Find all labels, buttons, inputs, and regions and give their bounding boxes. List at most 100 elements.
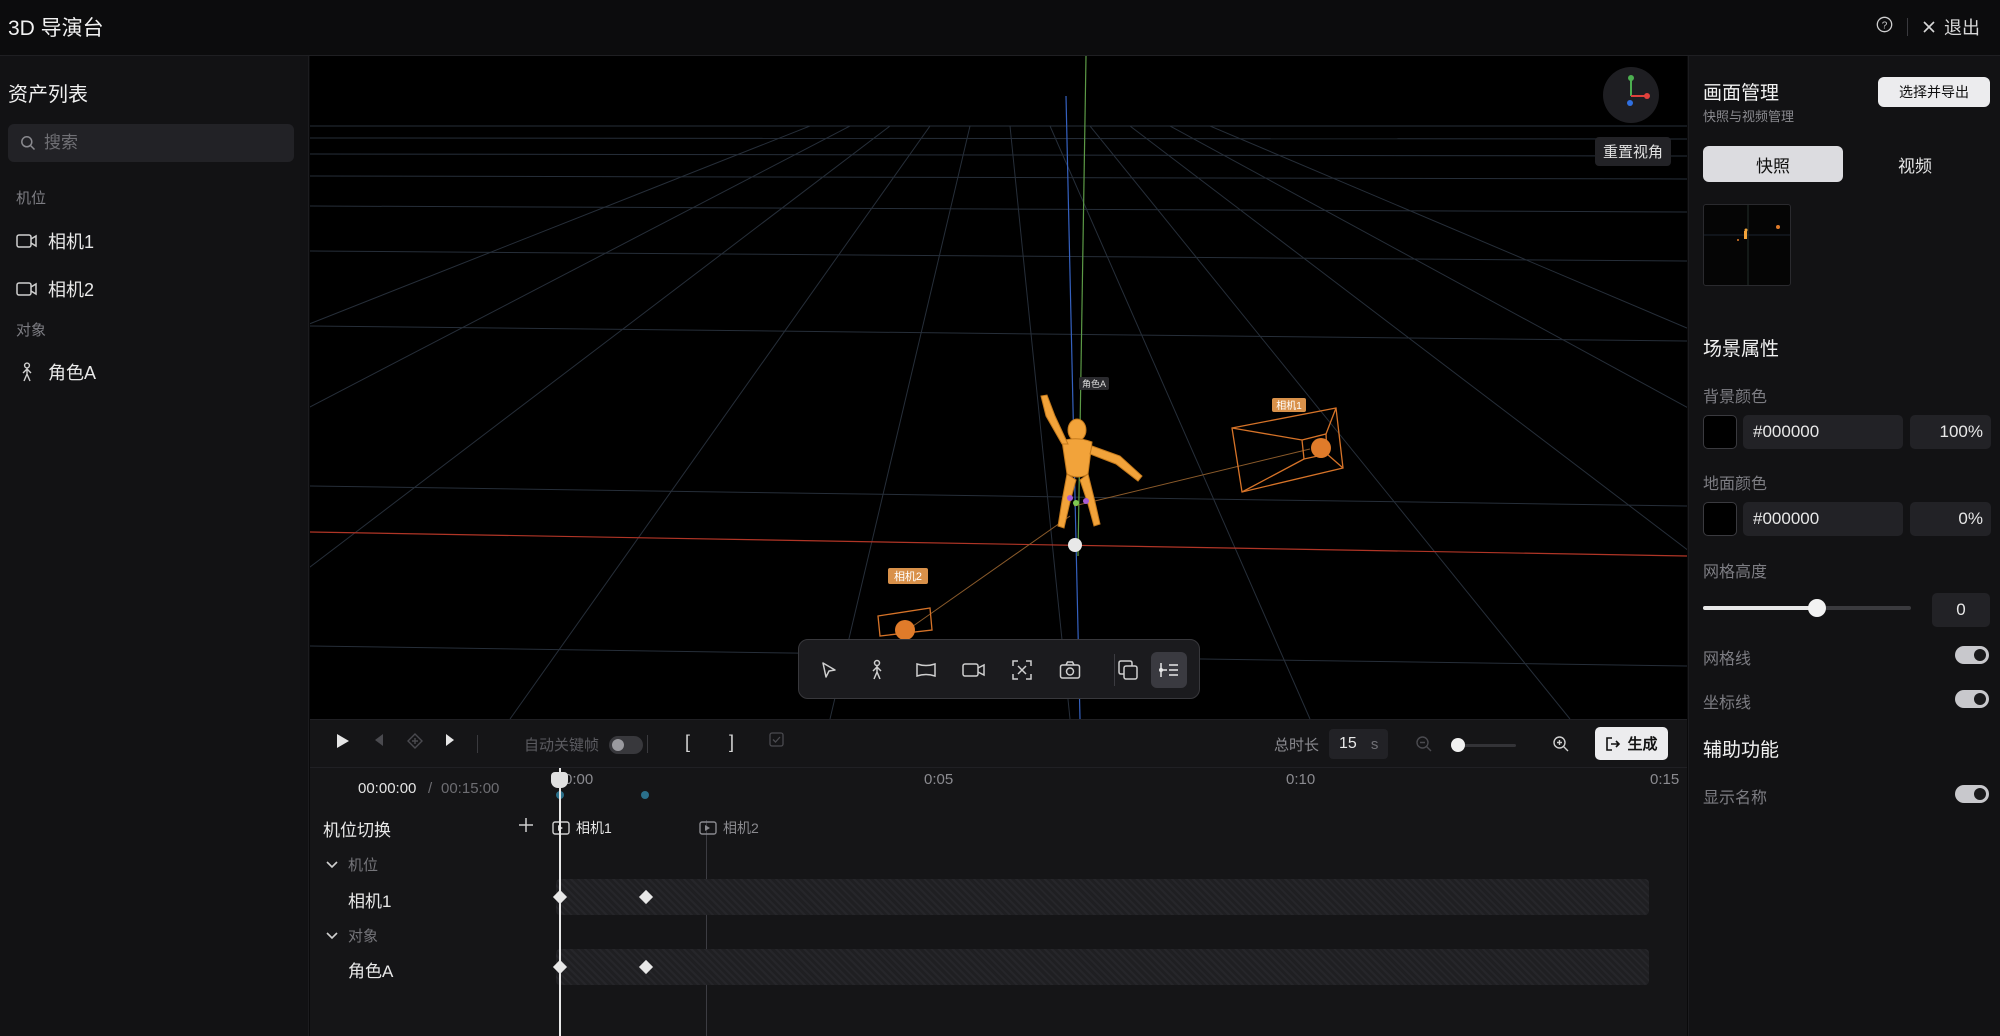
select-tool-button[interactable] [811, 652, 847, 688]
screen-tool-button[interactable] [908, 652, 944, 688]
axis-lines-label: 坐标线 [1703, 695, 1752, 712]
3d-viewport[interactable]: 相机1 相机2 角色A 重置视角 [310, 56, 1687, 719]
grid-lines-label: 网格线 [1703, 651, 1752, 668]
bg-color-swatch[interactable] [1703, 415, 1737, 449]
divider [1907, 18, 1908, 36]
duplicate-tool-button[interactable] [1110, 652, 1146, 688]
ground-color-row: #000000 0% [1703, 502, 1991, 536]
zoom-in-button[interactable] [1552, 735, 1570, 753]
focus-tool-button[interactable] [1004, 652, 1040, 688]
asset-label: 相机1 [48, 232, 95, 252]
select-export-button[interactable]: 选择并导出 [1878, 77, 1990, 107]
cursor-icon [822, 662, 836, 678]
generate-button[interactable]: 生成 [1595, 727, 1668, 760]
next-keyframe-button[interactable] [443, 732, 457, 748]
grid-height-label: 网格高度 [1703, 564, 1768, 581]
viewport-toolbar [798, 639, 1200, 699]
zoom-out-button[interactable] [1415, 735, 1433, 753]
snapshot-tool-button[interactable] [1052, 652, 1088, 688]
top-actions: ? 退出 [1876, 14, 1980, 40]
svg-text:相机1: 相机1 [1276, 399, 1302, 412]
add-switch-button[interactable] [516, 815, 536, 840]
search-box[interactable] [8, 124, 294, 162]
ground-opacity-input[interactable]: 0% [1910, 502, 1991, 536]
scene-render: 相机1 相机2 角色A [310, 56, 1687, 719]
switch-marker-label: 相机2 [723, 820, 759, 836]
duration-label: 总时长 [1274, 736, 1320, 754]
duration-input[interactable]: 15 s [1329, 729, 1389, 759]
exit-button[interactable]: 退出 [1922, 14, 1980, 40]
search-input[interactable] [44, 124, 284, 162]
camera-group-label: 机位 [348, 857, 379, 874]
clear-range-button[interactable] [769, 732, 784, 747]
media-tabs: 快照 视频 [1703, 146, 1989, 182]
play-icon [337, 734, 349, 748]
ruler-tick: 0:05 [924, 771, 954, 788]
frame-icon [916, 662, 936, 678]
time-separator: / [428, 780, 433, 797]
set-out-point-button[interactable]: ] [729, 732, 734, 753]
asset-label: 角色A [48, 363, 97, 383]
tab-snapshot[interactable]: 快照 [1703, 146, 1843, 182]
frame-management-subtitle: 快照与视频管理 [1703, 109, 1795, 124]
grid-height-slider-fill [1703, 606, 1818, 610]
list-check-icon [1159, 663, 1178, 677]
set-in-point-button[interactable]: [ [685, 732, 690, 753]
ground-color-input[interactable]: #000000 [1743, 502, 1903, 536]
keyframe-list-tool-button[interactable] [1151, 652, 1187, 688]
auto-keyframe-toggle[interactable] [609, 735, 644, 754]
switch-marker-label: 相机1 [576, 820, 612, 836]
asset-label: 相机2 [48, 280, 95, 300]
camera-tool-button[interactable] [956, 652, 992, 688]
exit-label: 退出 [1944, 18, 1980, 38]
camera-section-label: 机位 [16, 190, 47, 207]
object-section-label: 对象 [16, 322, 47, 339]
show-names-toggle[interactable] [1955, 785, 1989, 803]
tab-video[interactable]: 视频 [1845, 146, 1985, 182]
add-keyframe-button[interactable] [406, 732, 424, 750]
frame-management-title: 画面管理 [1703, 83, 1780, 104]
plus-icon [519, 818, 533, 832]
focus-frame-icon [1012, 660, 1032, 680]
step-forward-icon [446, 734, 454, 746]
grid-height-slider-knob[interactable] [1808, 599, 1827, 617]
track-bar-camera-1[interactable] [556, 879, 1649, 915]
camera-group-toggle[interactable]: 机位 [326, 854, 378, 875]
bg-color-input[interactable]: #000000 [1743, 415, 1903, 449]
grid-height-slider[interactable] [1703, 599, 1911, 617]
video-camera-icon [699, 821, 717, 835]
reset-view-button[interactable]: 重置视角 [1595, 137, 1672, 166]
asset-camera-2[interactable]: 相机2 [16, 276, 94, 302]
x-axis-line [310, 531, 1687, 557]
playhead[interactable] [559, 768, 561, 1036]
track-label-character-a: 角色A [348, 962, 394, 981]
ground-color-label: 地面颜色 [1703, 476, 1768, 493]
play-button[interactable] [333, 732, 351, 750]
track-bar-character-a[interactable] [556, 949, 1649, 985]
grid-lines-toggle[interactable] [1955, 646, 1989, 664]
character-tool-button[interactable] [859, 652, 895, 688]
asset-camera-1[interactable]: 相机1 [16, 228, 94, 254]
ruler-tick: 0:00 [564, 771, 594, 788]
playhead-handle[interactable] [551, 772, 568, 788]
switch-marker-camera-2[interactable]: 相机2 [699, 818, 759, 838]
bg-opacity-input[interactable]: 100% [1910, 415, 1991, 449]
object-group-toggle[interactable]: 对象 [326, 925, 378, 946]
ground-color-swatch[interactable] [1703, 502, 1737, 536]
help-icon[interactable]: ? [1876, 16, 1893, 38]
asset-character-a[interactable]: 角色A [16, 359, 96, 385]
ruler-tick: 0:10 [1286, 771, 1316, 788]
playback-dot [641, 791, 649, 799]
grid-height-input[interactable]: 0 [1932, 593, 1990, 627]
zoom-slider-knob[interactable] [1451, 738, 1465, 752]
orientation-gizmo[interactable] [1603, 67, 1659, 123]
video-camera-icon [962, 663, 985, 677]
snapshot-thumbnail[interactable] [1703, 204, 1791, 286]
step-back-icon [375, 734, 383, 746]
axis-lines-toggle[interactable] [1955, 690, 1989, 708]
duration-control: 总时长 15 s [1274, 729, 1389, 759]
current-time: 00:00:00 [358, 780, 417, 797]
prev-keyframe-button[interactable] [372, 732, 386, 748]
track-label-camera-1: 相机1 [348, 892, 392, 911]
svg-text:角色A: 角色A [1082, 378, 1106, 389]
